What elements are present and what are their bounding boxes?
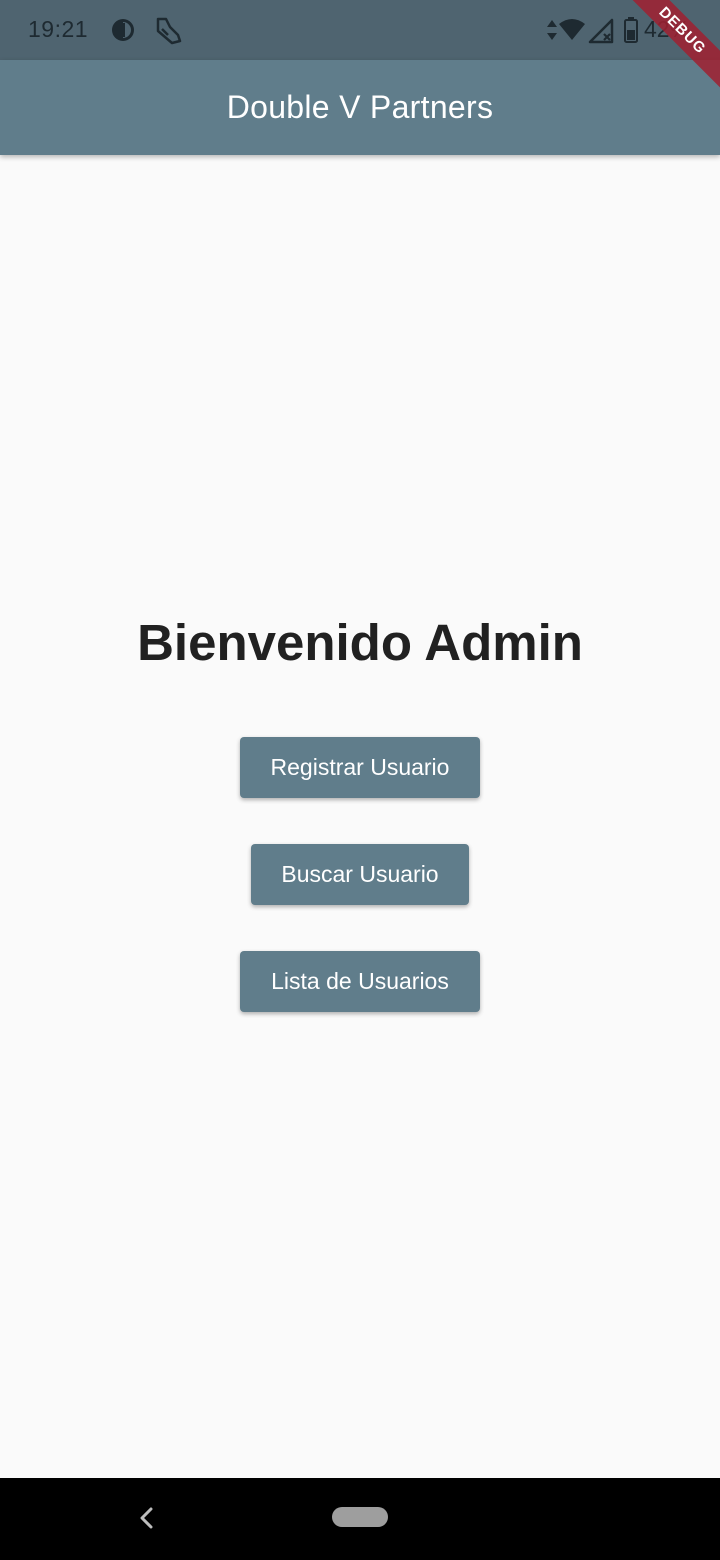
search-user-button[interactable]: Buscar Usuario [251, 844, 469, 905]
welcome-heading: Bienvenido Admin [137, 614, 583, 671]
battery-icon [624, 17, 638, 48]
steps-icon [152, 15, 184, 52]
main-content: Bienvenido Admin Registrar Usuario Busca… [0, 155, 720, 1478]
app-title: Double V Partners [226, 89, 494, 125]
search-user-button-label: Buscar Usuario [281, 861, 439, 887]
user-list-button[interactable]: Lista de Usuarios [240, 951, 480, 1012]
app-bar: Double V Partners [0, 60, 720, 155]
register-user-button[interactable]: Registrar Usuario [240, 737, 480, 798]
data-saver-icon [110, 17, 136, 48]
status-time: 19:21 [28, 16, 89, 42]
home-pill-icon[interactable] [332, 1507, 388, 1527]
system-navigation-bar [0, 1478, 720, 1560]
signal-no-service-icon [588, 18, 616, 49]
user-list-button-label: Lista de Usuarios [271, 968, 449, 994]
wifi-icon [558, 18, 586, 47]
status-bar: 19:21 [0, 0, 720, 60]
data-arrows-icon [546, 18, 558, 47]
back-icon[interactable] [136, 1505, 158, 1536]
register-user-button-label: Registrar Usuario [270, 754, 450, 780]
app-screen: 19:21 DEBUG Double V Partners Bienvenido… [0, 0, 720, 1560]
